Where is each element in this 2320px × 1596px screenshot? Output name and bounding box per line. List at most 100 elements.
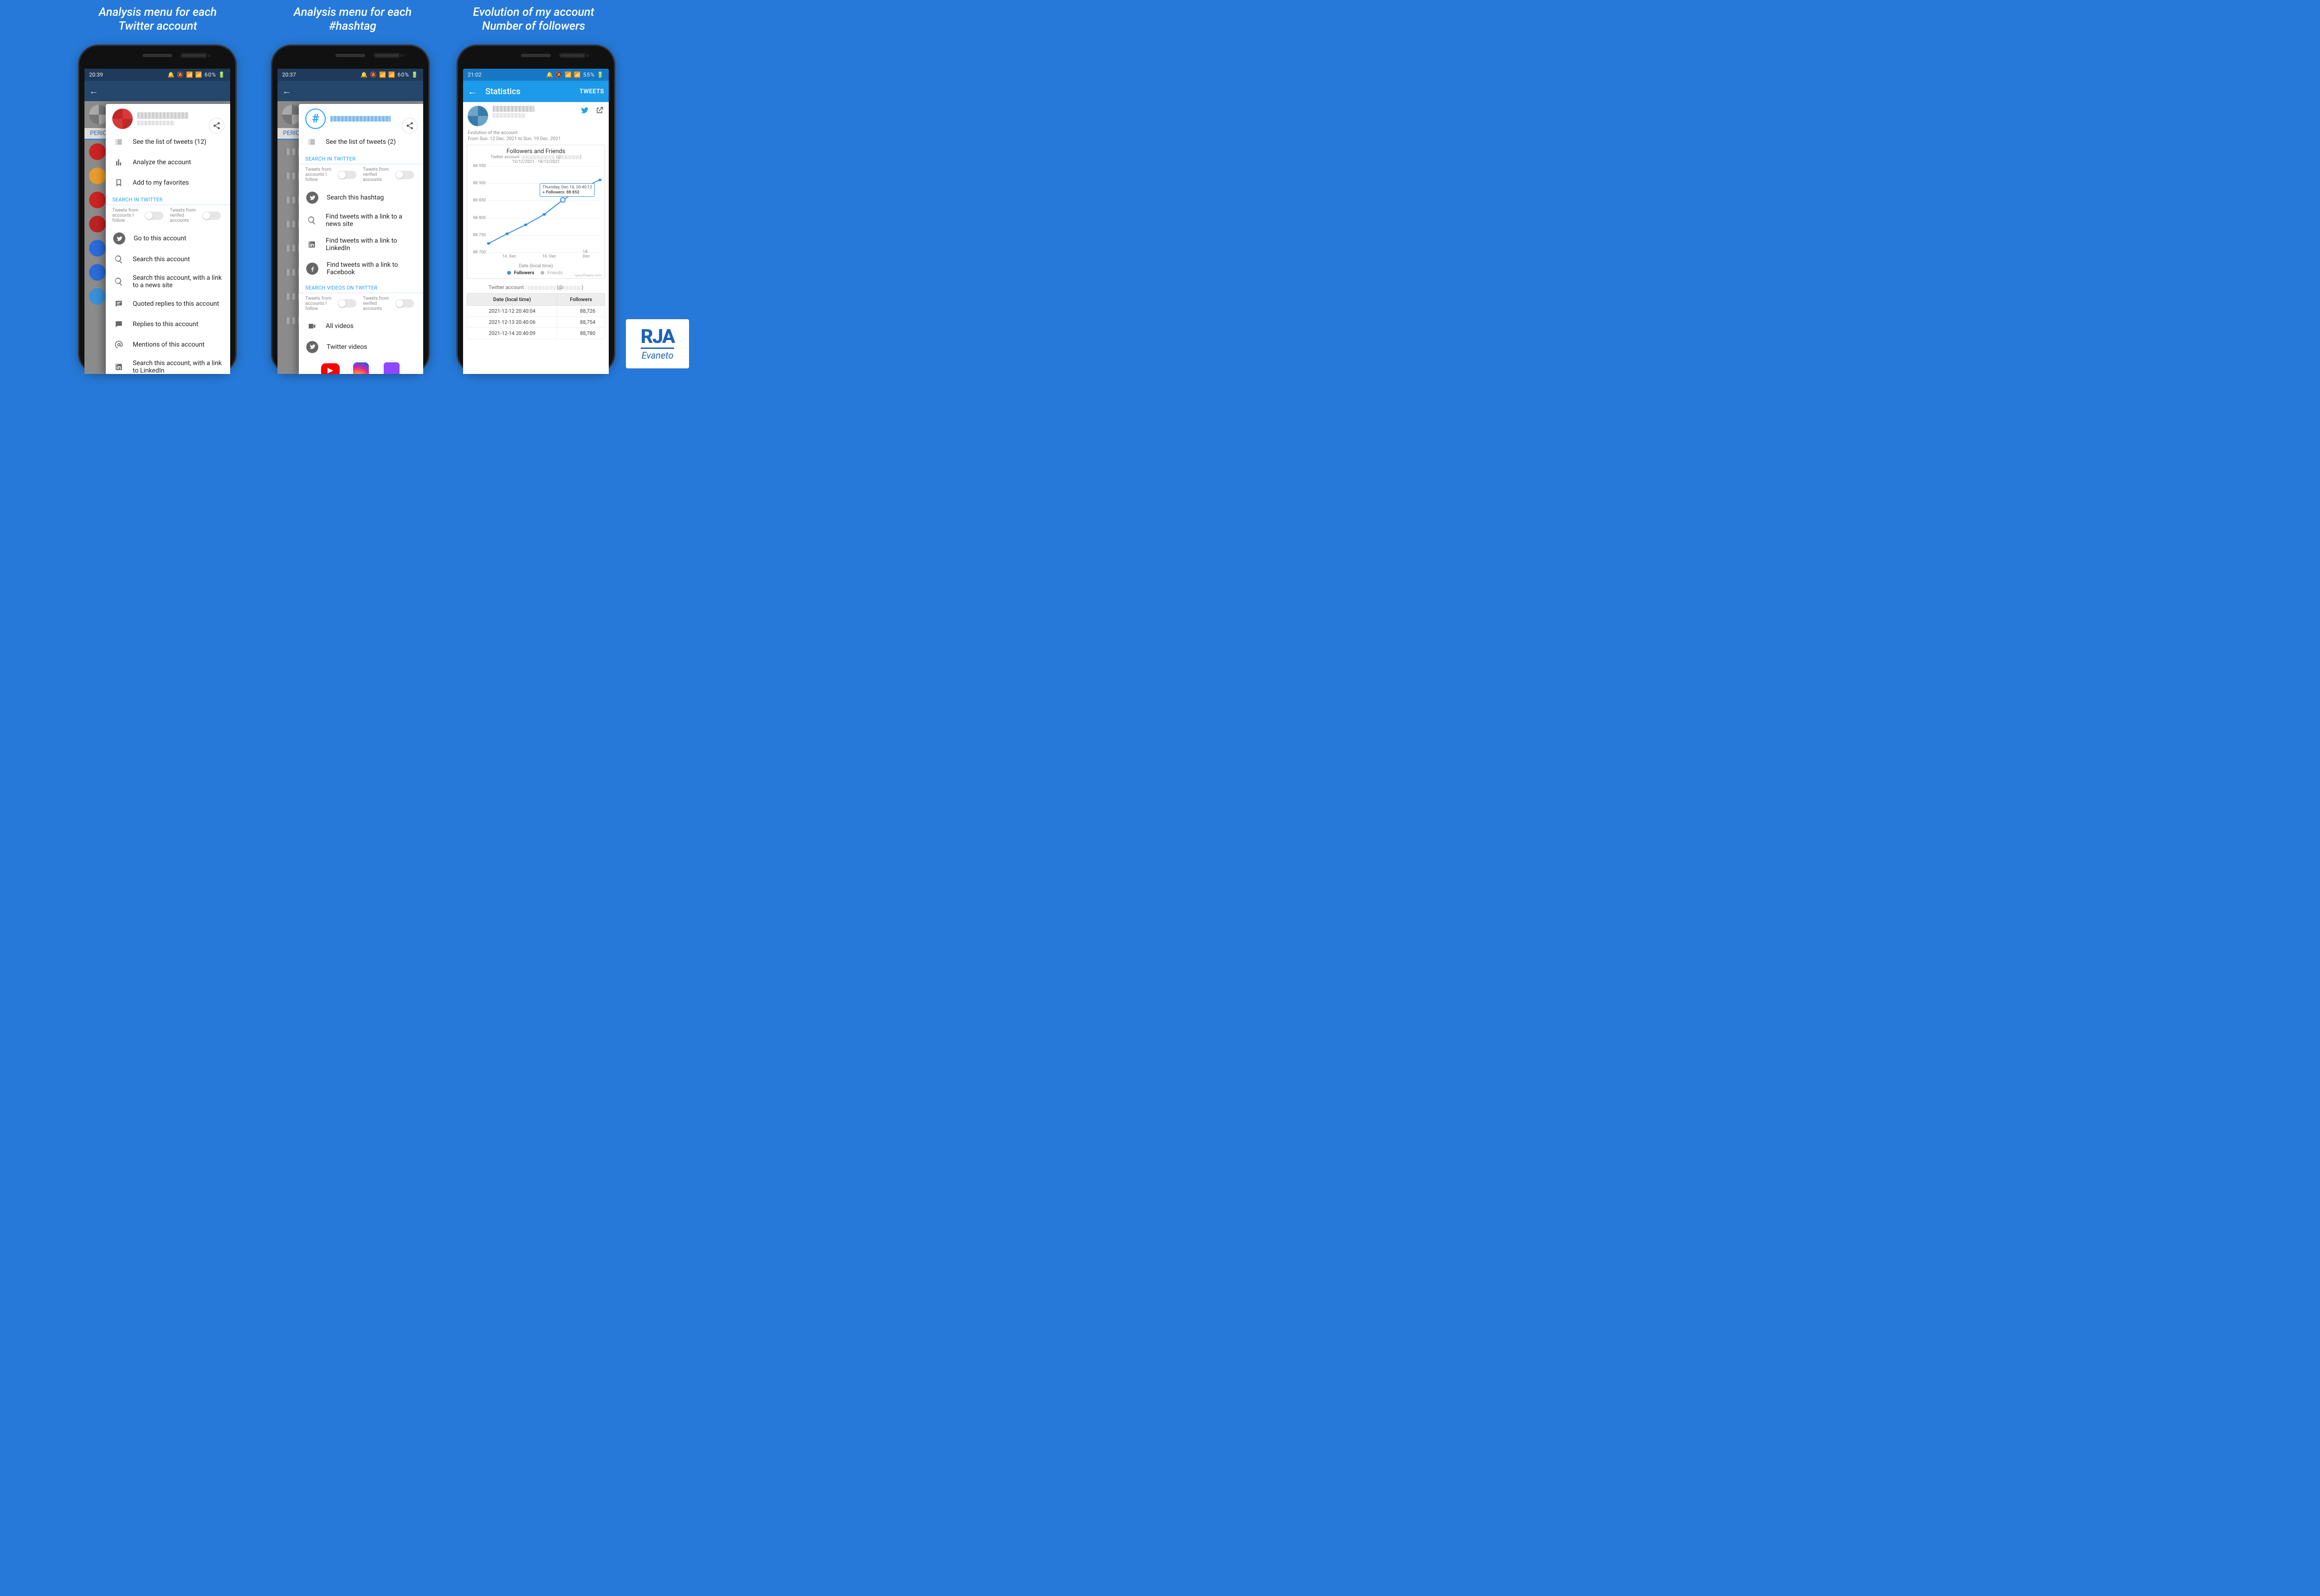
quote-icon: [113, 298, 124, 309]
youtube-button[interactable]: ▶: [321, 360, 340, 374]
caption-line: Analysis menu for each: [294, 6, 412, 19]
share-button[interactable]: [209, 118, 225, 134]
caption-phone2: Analysis menu for each #hashtag: [274, 6, 432, 33]
caption-line: Analysis menu for each: [99, 6, 217, 19]
page-title: Statistics: [485, 87, 521, 97]
toggle-label-verified: Tweets from verifed accounts: [170, 208, 200, 223]
menu-search-account[interactable]: Search this account: [106, 249, 230, 270]
caption-phone3: Evolution of my account Number of follow…: [455, 6, 612, 33]
twitter-icon: [306, 341, 318, 353]
toggle-label-follow: Tweets from accounts I follow: [305, 296, 335, 311]
menu-label: Search this account: [133, 256, 190, 263]
menu-find-facebook[interactable]: Find tweets with a link to Facebook: [299, 257, 423, 281]
followers-chart-card: Followers and Friends Twitter account : …: [467, 145, 605, 279]
hashtag-name-redacted: [330, 116, 391, 122]
caption-line: Evolution of my account: [473, 6, 594, 19]
instagram-button[interactable]: [351, 360, 371, 374]
search-icon: [113, 276, 124, 287]
account-handle-redacted: [137, 121, 174, 125]
back-icon[interactable]: ←: [468, 86, 477, 97]
open-external-icon: [595, 106, 604, 115]
youtube-icon: ▶: [321, 363, 340, 374]
toggle-verified-accounts[interactable]: [395, 171, 414, 179]
y-tick: 88 700: [473, 250, 486, 255]
status-time: 20:37: [282, 71, 296, 78]
chart-icon: [113, 157, 124, 168]
app-toolbar: ←: [84, 81, 230, 101]
menu-twitter-videos[interactable]: Twitter videos: [299, 336, 423, 358]
toggle-label-verified: Tweets from verifed accounts: [363, 296, 393, 311]
video-source-row: ▶: [299, 358, 423, 374]
toggle-verified-accounts-videos[interactable]: [395, 299, 414, 308]
account-avatar: [112, 109, 133, 129]
menu-label: Search this hashtag: [327, 194, 384, 201]
at-icon: [113, 339, 124, 350]
menu-find-linkedin[interactable]: Find tweets with a link to LinkedIn: [299, 232, 423, 257]
account-action-sheet: See the list of tweets (12) Analyze the …: [106, 104, 230, 374]
caption-line: #hashtag: [329, 19, 376, 33]
menu-label: Mentions of this account: [133, 341, 205, 348]
menu-label: Analyze the account: [133, 159, 191, 166]
caption-line: Number of followers: [482, 19, 585, 33]
status-indicators: 🔔 🔕 📶 📶 55% 🔋: [546, 71, 604, 78]
menu-all-videos[interactable]: All videos: [299, 316, 423, 336]
toggle-row-videos: Tweets from accounts I follow Tweets fro…: [299, 293, 423, 316]
brand-logo: RJA Evaneto: [626, 319, 689, 368]
toggle-accounts-follow[interactable]: [338, 171, 356, 179]
followers-table: Date (local time) Followers 2021-12-12 2…: [467, 293, 605, 339]
menu-search-linkedin[interactable]: Search this account, with a link to Link…: [106, 355, 230, 374]
search-icon: [113, 254, 124, 265]
x-tick: 14. Dec: [502, 254, 516, 259]
search-icon: [306, 215, 317, 226]
menu-replies[interactable]: Replies to this account: [106, 314, 230, 335]
toggle-row: Tweets from accounts I follow Tweets fro…: [106, 205, 230, 228]
twitter-icon[interactable]: [580, 106, 589, 117]
menu-search-hashtag[interactable]: Search this hashtag: [299, 187, 423, 208]
app-toolbar: ←: [277, 81, 423, 101]
chart-xlabel: Date (local time): [469, 264, 603, 269]
x-tick: 16. Dec: [542, 254, 556, 259]
table-header-date: Date (local time): [467, 294, 557, 306]
y-tick: 88 800: [473, 216, 486, 220]
phone-mockup-2: 20:37 🔔 🔕 📶 📶 60% 🔋 ← PERIO #: [271, 45, 430, 374]
toggle-accounts-follow-videos[interactable]: [338, 299, 356, 308]
open-external-button[interactable]: [595, 106, 604, 117]
phone-mockup-3: 21:02 🔔 🔕 📶 📶 55% 🔋 ← Statistics TWEETS …: [457, 45, 615, 374]
menu-mentions[interactable]: Mentions of this account: [106, 335, 230, 355]
menu-see-tweets[interactable]: See the list of tweets (12): [106, 132, 230, 152]
menu-quoted-replies[interactable]: Quoted replies to this account: [106, 294, 230, 314]
status-indicators: 🔔 🔕 📶 📶 60% 🔋: [361, 71, 419, 78]
menu-find-news[interactable]: Find tweets with a link to a news site: [299, 208, 423, 232]
menu-label: Search this account, with a link to Link…: [133, 360, 223, 374]
chart-subtitle: Twitter account : (@) 12/12/2021 - 18/12…: [469, 155, 603, 164]
toggle-label-follow: Tweets from accounts I follow: [305, 167, 335, 182]
table-row: 2021-12-14 20:40:0988,780: [467, 328, 605, 339]
status-time: 21:02: [468, 71, 482, 78]
menu-search-news[interactable]: Search this account, with a link to a ne…: [106, 270, 230, 294]
menu-see-tweets[interactable]: See the list of tweets (2): [299, 132, 423, 152]
account-header: [463, 102, 609, 130]
menu-label: See the list of tweets (12): [133, 138, 206, 146]
twitter-icon: [306, 192, 318, 204]
chart-area[interactable]: 88 950 88 900 88 850 88 800 88 750 88 70…: [469, 166, 603, 264]
twitch-button[interactable]: [382, 360, 401, 374]
chart-watermark: rjasoftware.com: [575, 273, 602, 277]
toggle-label-follow: Tweets from accounts I follow: [112, 208, 142, 223]
toggle-accounts-follow[interactable]: [145, 212, 163, 220]
toggle-verified-accounts[interactable]: [202, 212, 221, 220]
back-icon[interactable]: ←: [89, 85, 98, 97]
menu-add-favorites[interactable]: Add to my favorites: [106, 173, 230, 193]
reply-icon: [113, 319, 124, 330]
menu-goto-account[interactable]: Go to this account: [106, 228, 230, 249]
share-button[interactable]: [402, 118, 418, 134]
back-icon[interactable]: ←: [282, 85, 291, 97]
chart-title: Followers and Friends: [469, 148, 603, 155]
menu-label: Find tweets with a link to a news site: [326, 213, 416, 228]
tweets-button[interactable]: TWEETS: [580, 88, 604, 95]
menu-analyze-account[interactable]: Analyze the account: [106, 152, 230, 173]
toggle-label-verified: Tweets from verifed accounts: [363, 167, 393, 182]
menu-label: Find tweets with a link to Facebook: [327, 261, 416, 276]
menu-label: Replies to this account: [133, 321, 198, 328]
linkedin-icon: [306, 239, 317, 250]
menu-label: Twitter videos: [327, 343, 367, 351]
